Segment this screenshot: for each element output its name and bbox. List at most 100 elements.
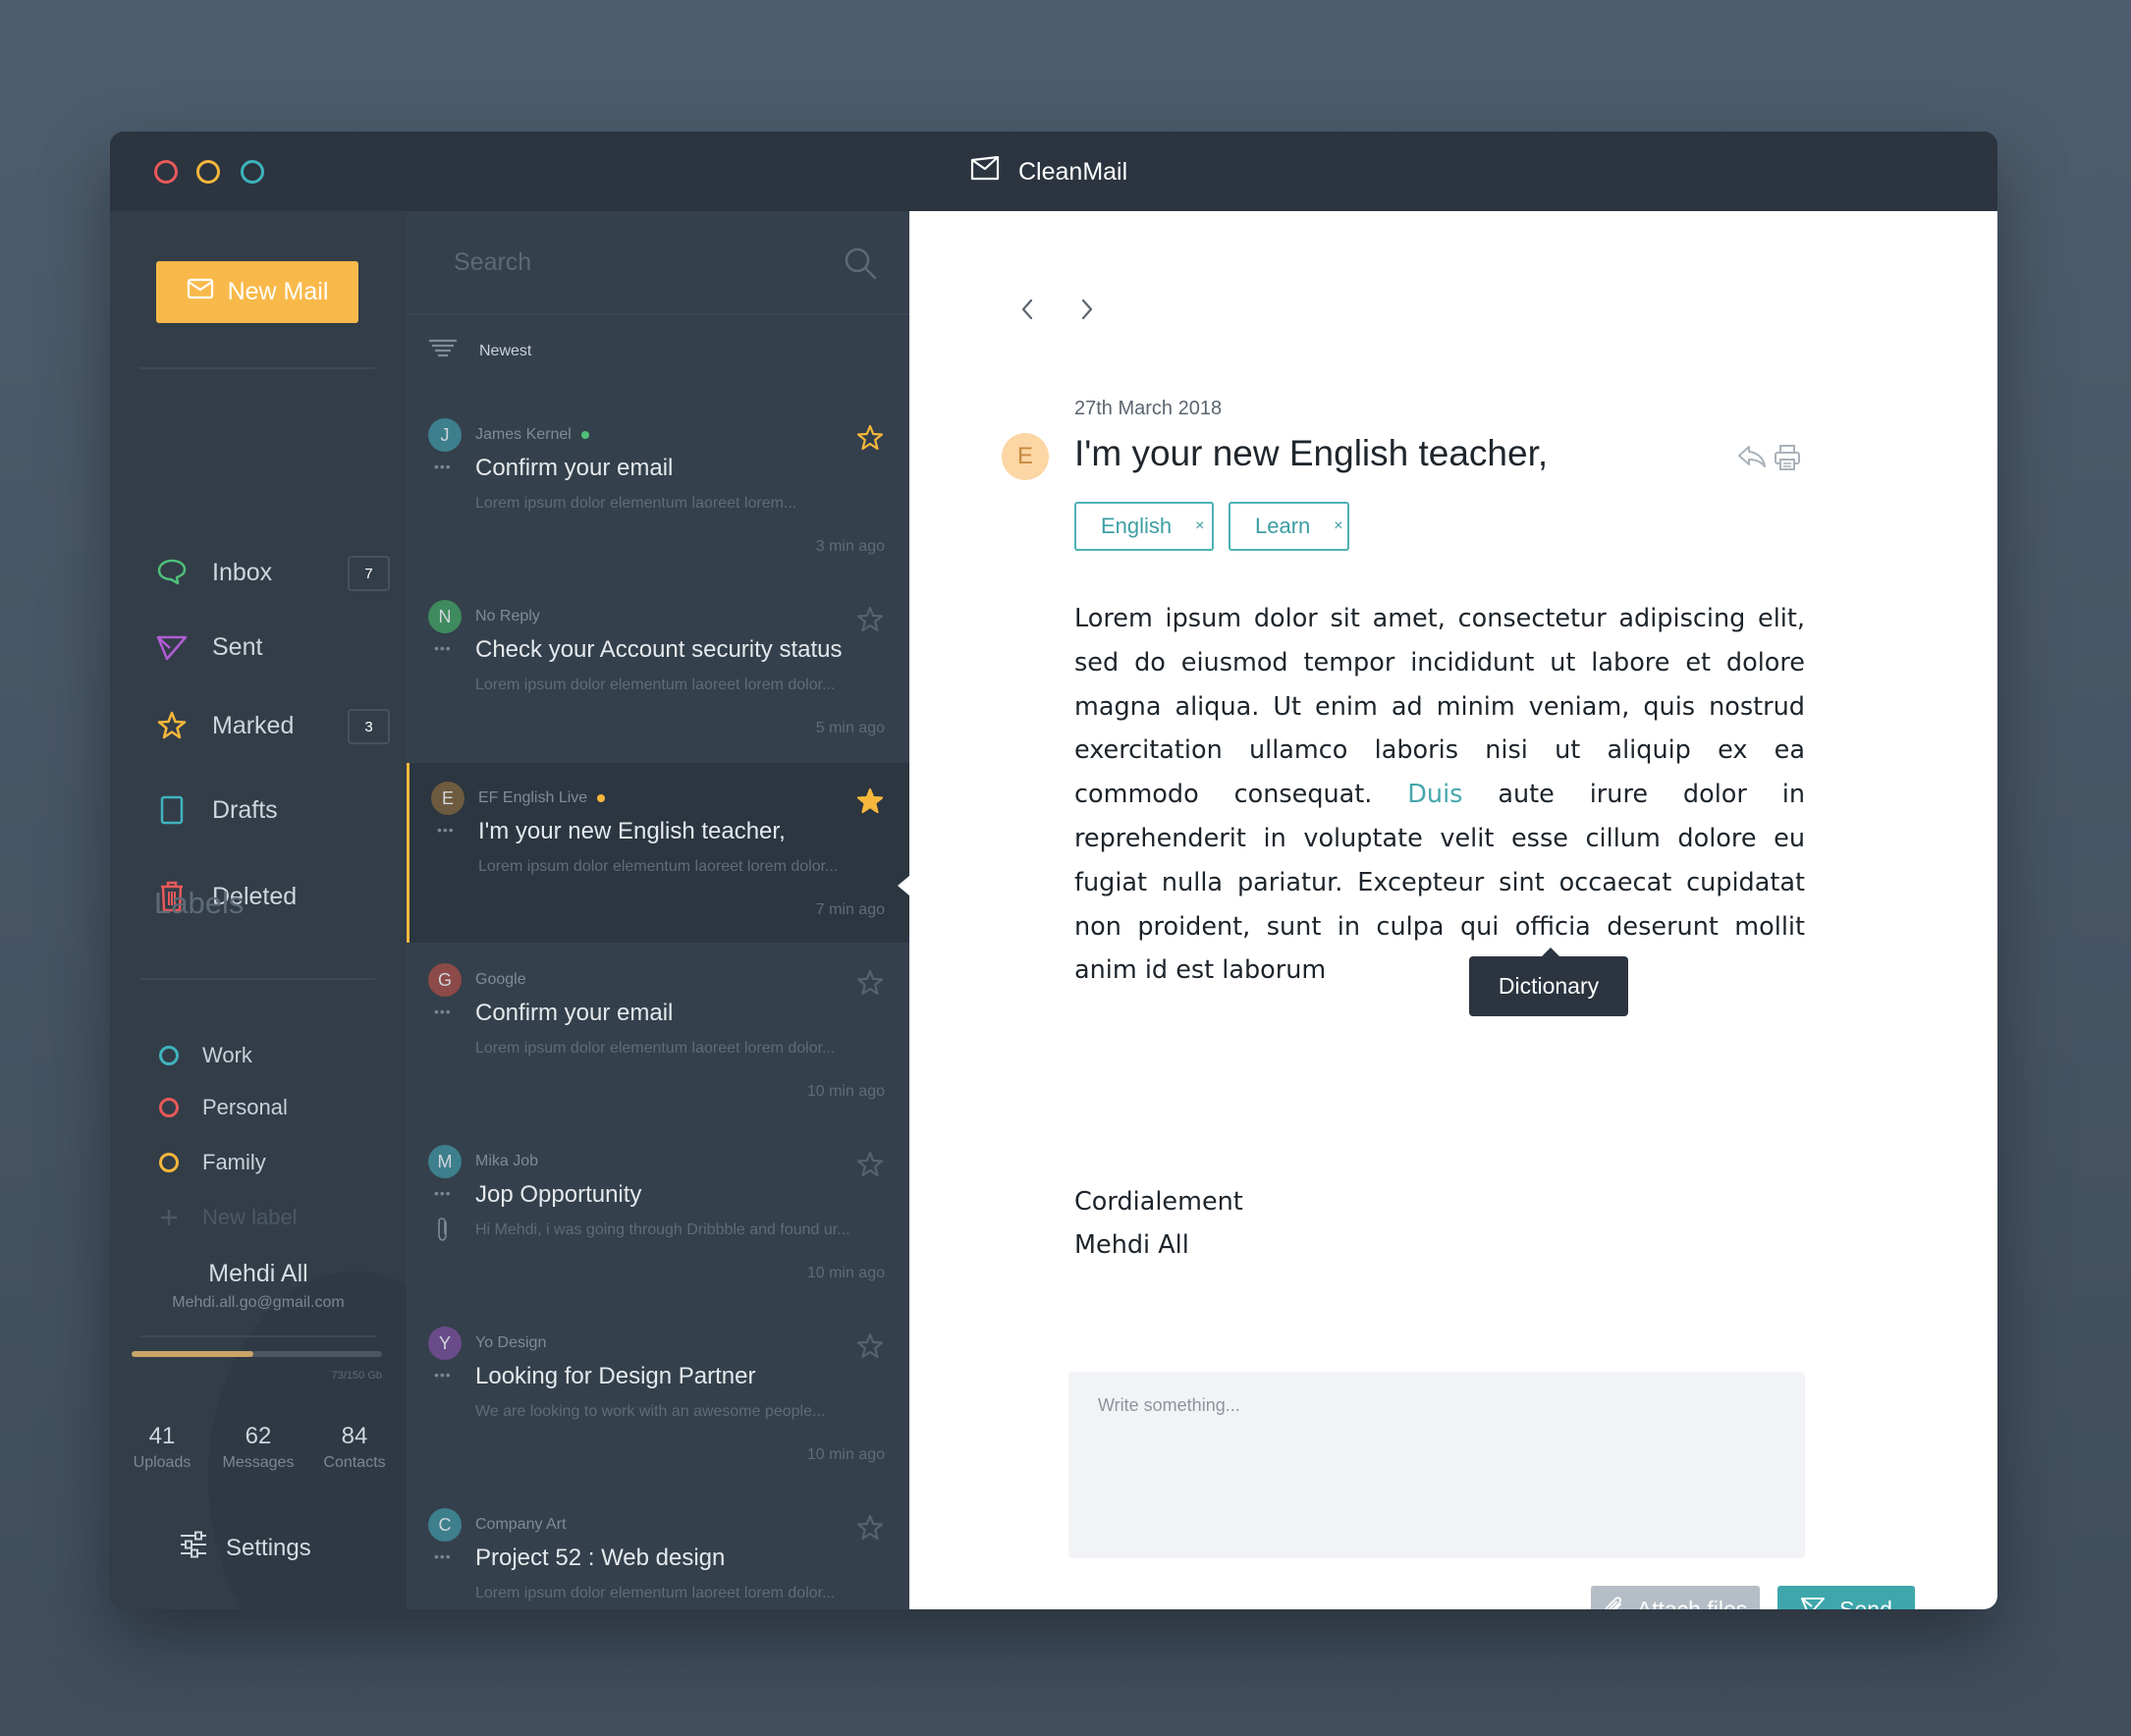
more-options-icon[interactable]: ••• xyxy=(434,1185,452,1201)
sender-avatar: E xyxy=(431,782,464,815)
search-input[interactable] xyxy=(454,241,847,284)
sidebar-divider xyxy=(139,978,375,980)
selection-pointer xyxy=(898,876,909,895)
mail-item[interactable]: M ••• Mika Job Jop Opportunity Hi Mehdi, i w… xyxy=(407,1126,909,1306)
search-icon[interactable] xyxy=(843,245,878,286)
dictionary-link-word[interactable]: Duis xyxy=(1407,780,1462,809)
mail-item[interactable]: J ••• James Kernel Confirm your email Lorem … xyxy=(407,400,909,579)
sort-dropdown[interactable]: Newest xyxy=(428,339,531,363)
label-text: Personal xyxy=(202,1095,288,1119)
minimize-window-button[interactable] xyxy=(196,160,220,184)
mail-preview: Lorem ipsum dolor elementum laoreet lore… xyxy=(478,858,839,875)
new-label-text: New label xyxy=(202,1205,298,1229)
reply-composer[interactable] xyxy=(1068,1372,1805,1558)
sidebar-item-sent[interactable]: Sent xyxy=(154,624,390,671)
sidebar-item-drafts[interactable]: Drafts xyxy=(154,787,390,834)
envelope-logo-icon xyxy=(969,155,1001,189)
title-bar: CleanMail xyxy=(110,132,1997,211)
mail-sender: No Reply xyxy=(475,608,540,625)
previous-mail-button[interactable] xyxy=(1012,295,1042,324)
sender-name: EF English Live xyxy=(478,789,588,806)
new-label-button[interactable]: New label xyxy=(159,1202,298,1233)
more-options-icon[interactable]: ••• xyxy=(437,822,455,838)
sidebar-item-marked[interactable]: Marked 3 xyxy=(154,702,390,749)
remove-tag-button[interactable]: × xyxy=(1334,517,1342,535)
mail-item[interactable]: E ••• EF English Live I'm your new English … xyxy=(407,763,909,943)
star-icon[interactable] xyxy=(856,1514,884,1546)
stat-caption: Contacts xyxy=(323,1454,386,1471)
more-options-icon[interactable]: ••• xyxy=(434,1367,452,1383)
star-icon[interactable] xyxy=(856,1332,884,1365)
mail-time: 7 min ago xyxy=(815,901,885,918)
label-text: Family xyxy=(202,1150,266,1174)
stat-caption: Uploads xyxy=(133,1454,191,1471)
tooltip-text: Dictionary xyxy=(1498,973,1600,999)
mail-subject: Confirm your email xyxy=(475,1000,674,1026)
sidebar-item-inbox[interactable]: Inbox 7 xyxy=(154,549,390,596)
star-icon[interactable] xyxy=(856,1151,884,1183)
paperclip-icon xyxy=(1604,1595,1625,1609)
storage-progress-fill xyxy=(132,1351,254,1357)
remove-tag-button[interactable]: × xyxy=(1195,517,1204,535)
attach-files-label: Attach files xyxy=(1636,1596,1748,1610)
next-mail-button[interactable] xyxy=(1072,295,1102,324)
tag-english[interactable]: English × xyxy=(1074,502,1214,551)
mail-preview: Lorem ipsum dolor elementum laoreet lore… xyxy=(475,495,797,512)
mail-subject: Jop Opportunity xyxy=(475,1181,642,1208)
more-options-icon[interactable]: ••• xyxy=(434,1548,452,1564)
mail-sender: Company Art xyxy=(475,1516,566,1534)
mail-subject: I'm your new English teacher, xyxy=(478,818,786,844)
mail-preview: We are looking to work with an awesome p… xyxy=(475,1403,826,1420)
mail-time: 3 min ago xyxy=(815,538,885,555)
new-mail-button[interactable]: New Mail xyxy=(156,261,358,323)
sidebar-divider xyxy=(139,1335,375,1337)
sender-name: James Kernel xyxy=(475,426,572,443)
reply-icon[interactable] xyxy=(1736,444,1768,474)
label-work[interactable]: Work xyxy=(159,1040,252,1071)
more-options-icon[interactable]: ••• xyxy=(434,459,452,474)
send-button[interactable]: Send xyxy=(1777,1586,1915,1609)
sidebar-item-label: Marked xyxy=(212,711,295,739)
tag-learn[interactable]: Learn × xyxy=(1229,502,1349,551)
sender-name: Google xyxy=(475,971,526,988)
mail-subject: Check your Account security status xyxy=(475,636,843,663)
star-outline-icon xyxy=(154,708,190,743)
star-icon[interactable] xyxy=(856,969,884,1002)
mail-sender: Mika Job xyxy=(475,1153,538,1170)
mail-item[interactable]: Y ••• Yo Design Looking for Design Partner W… xyxy=(407,1308,909,1488)
mail-sender: EF English Live xyxy=(478,789,606,807)
star-icon[interactable] xyxy=(856,787,884,820)
envelope-icon xyxy=(187,278,214,306)
more-options-icon[interactable]: ••• xyxy=(434,1004,452,1019)
filter-icon xyxy=(428,339,458,363)
sender-avatar: Y xyxy=(428,1327,462,1360)
label-personal[interactable]: Personal xyxy=(159,1092,288,1123)
maximize-window-button[interactable] xyxy=(241,160,264,184)
star-icon[interactable] xyxy=(856,424,884,457)
mail-item[interactable]: C ••• Company Art Project 52 : Web design Lo… xyxy=(407,1490,909,1609)
dictionary-tooltip[interactable]: Dictionary xyxy=(1469,956,1628,1016)
sender-name: Mika Job xyxy=(475,1153,539,1169)
storage-progress-bar xyxy=(132,1351,382,1357)
label-family[interactable]: Family xyxy=(159,1147,266,1178)
sender-avatar: G xyxy=(428,963,462,997)
search-bar xyxy=(407,211,909,315)
mail-item[interactable]: N ••• No Reply Check your Account security … xyxy=(407,581,909,761)
mail-sender: James Kernel xyxy=(475,426,589,444)
mail-preview: Lorem ipsum dolor elementum laoreet lore… xyxy=(475,1040,836,1057)
label-text: Work xyxy=(202,1043,252,1067)
send-triangle-icon xyxy=(154,629,190,665)
label-color-dot xyxy=(159,1098,179,1117)
marked-count-badge: 3 xyxy=(348,709,390,744)
more-options-icon[interactable]: ••• xyxy=(434,640,452,656)
print-icon[interactable] xyxy=(1774,444,1801,476)
mail-time: 10 min ago xyxy=(806,1265,885,1281)
star-icon[interactable] xyxy=(856,606,884,638)
attach-files-button[interactable]: Attach files xyxy=(1591,1586,1760,1609)
stat-contacts: 84 Contacts xyxy=(305,1423,404,1472)
close-window-button[interactable] xyxy=(154,160,178,184)
mail-item[interactable]: G ••• Google Confirm your email Lorem ipsum … xyxy=(407,945,909,1124)
mail-list: Newest J ••• James Kernel Confirm your emai… xyxy=(407,211,909,1609)
settings-button[interactable]: Settings xyxy=(179,1531,311,1565)
tag-label: Learn xyxy=(1255,514,1311,538)
